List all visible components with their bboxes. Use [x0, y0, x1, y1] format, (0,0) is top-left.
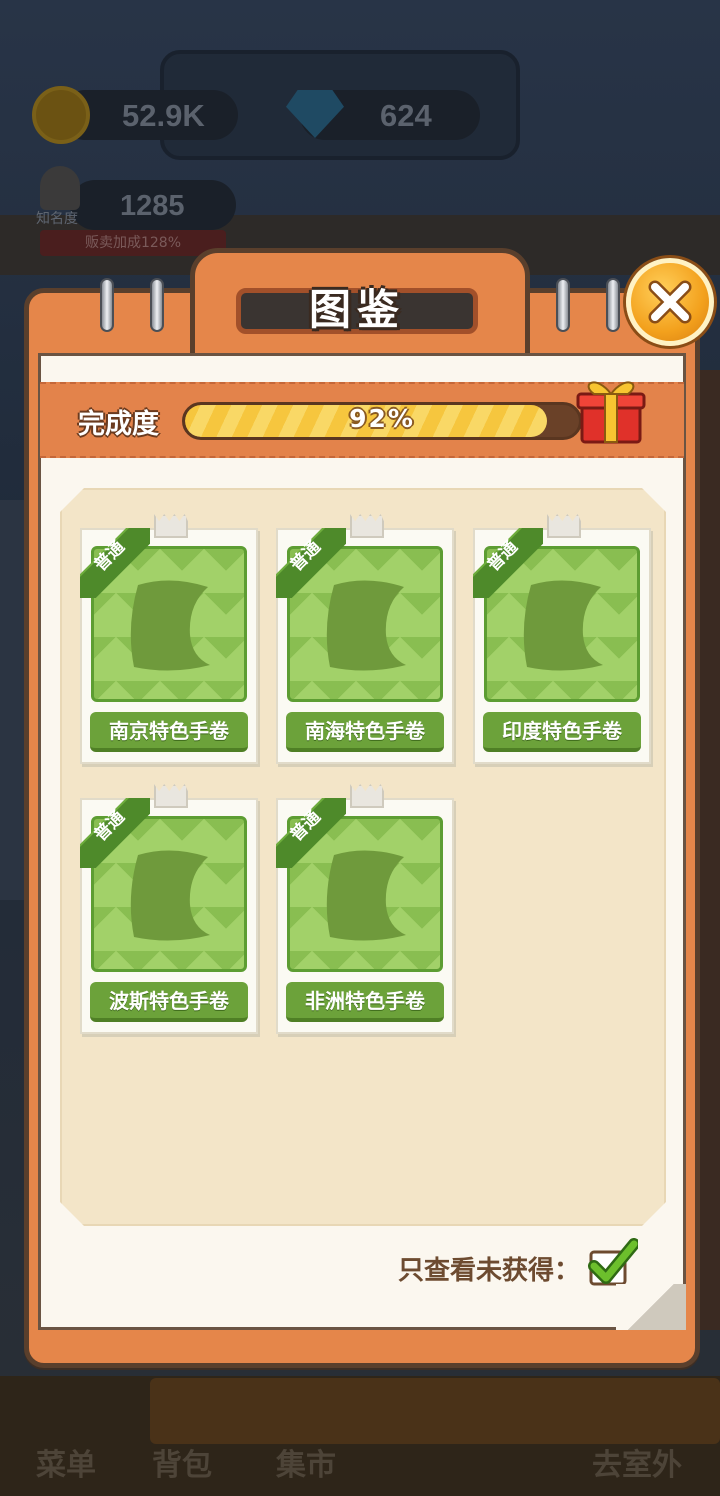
gift-box-icon[interactable]	[572, 372, 650, 446]
binder-ring-icon	[556, 278, 570, 332]
card-name: 非洲特色手卷	[286, 982, 444, 1022]
card-name: 波斯特色手卷	[90, 982, 248, 1022]
rarity-ribbon: 普通	[80, 798, 150, 868]
nav-menu-button[interactable]: 菜单	[36, 1440, 96, 1484]
progress-label: 完成度	[78, 409, 159, 440]
fame-value: 1285	[120, 190, 185, 222]
close-x-icon	[648, 280, 692, 324]
coin-value: 52.9K	[122, 98, 205, 133]
nav-backpack-button[interactable]: 背包	[152, 1440, 212, 1484]
close-button[interactable]	[626, 258, 714, 346]
nav-go-outside-button[interactable]: 去室外	[592, 1440, 682, 1484]
binder-ring-icon	[100, 278, 114, 332]
collection-card[interactable]: 普通 非洲特色手卷	[276, 784, 454, 1034]
collection-card[interactable]: 普通 南京特色手卷	[80, 514, 258, 764]
bottom-shelf	[150, 1378, 720, 1444]
nav-market-button[interactable]: 集市	[276, 1440, 336, 1484]
collection-card[interactable]: 普通 南海特色手卷	[276, 514, 454, 764]
card-name: 南京特色手卷	[90, 712, 248, 752]
rarity-ribbon: 普通	[80, 528, 150, 598]
sales-bonus-badge: 贩卖加成128%	[40, 230, 226, 256]
page-curl	[616, 1284, 686, 1330]
fame-label: 知名度	[36, 211, 78, 227]
coin-icon	[32, 86, 90, 144]
rarity-ribbon: 普通	[276, 528, 346, 598]
collection-card[interactable]: 普通 波斯特色手卷	[80, 784, 258, 1034]
card-name: 印度特色手卷	[483, 712, 641, 752]
binder-ring-icon	[150, 278, 164, 332]
card-name: 南海特色手卷	[286, 712, 444, 752]
unowned-filter-checkbox[interactable]	[588, 1238, 640, 1288]
collection-card[interactable]: 普通 印度特色手卷	[473, 514, 651, 764]
gem-value: 624	[380, 98, 432, 133]
binder-ring-icon	[606, 278, 620, 332]
progress-value: 92%	[349, 404, 415, 433]
avatar	[40, 166, 80, 210]
dialog-title: 图鉴	[308, 285, 405, 334]
rarity-ribbon: 普通	[473, 528, 543, 598]
checkmark-icon	[588, 1238, 640, 1286]
rarity-ribbon: 普通	[276, 798, 346, 868]
unowned-filter-label: 只查看未获得：	[398, 1256, 581, 1286]
